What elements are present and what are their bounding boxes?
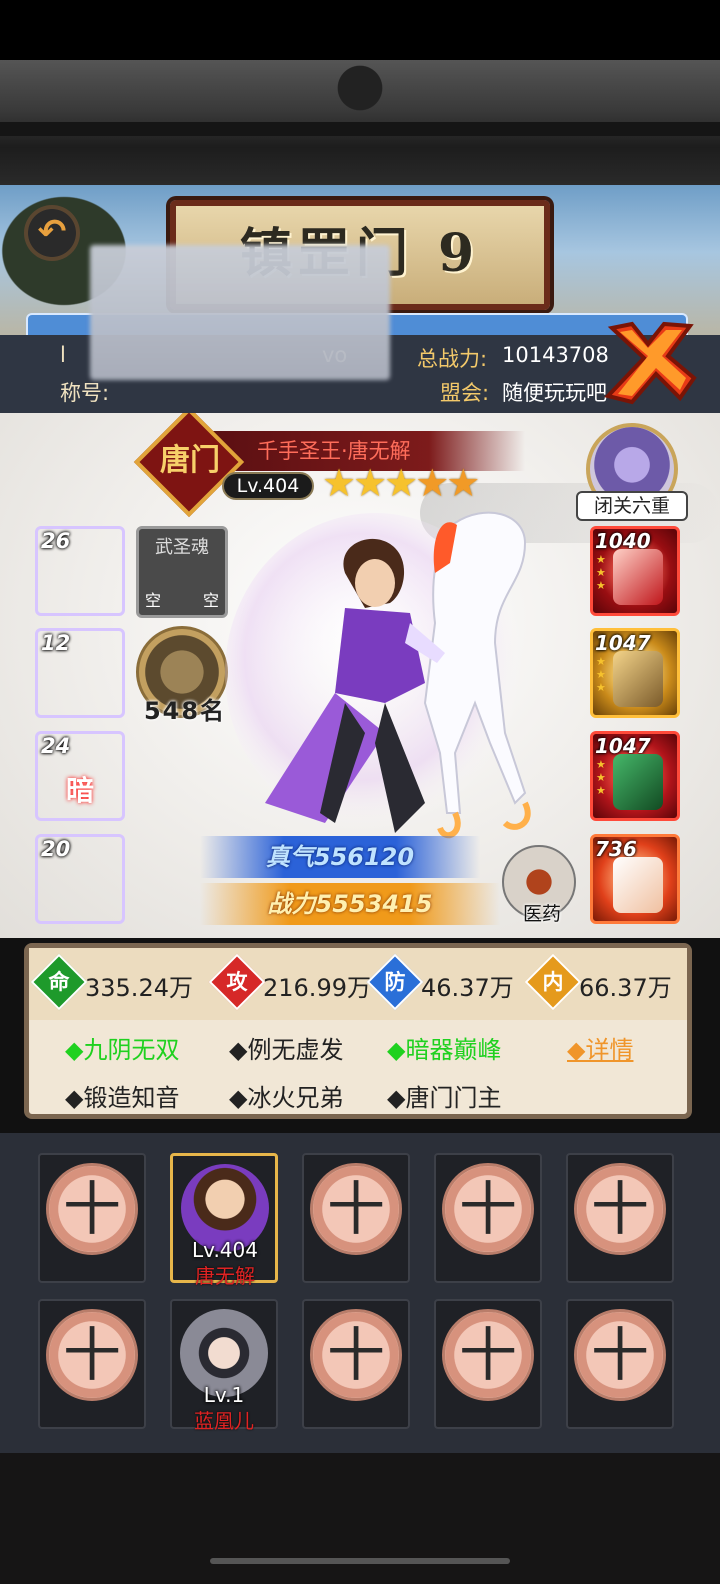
total-power-label: 总战力: — [417, 347, 488, 371]
trait-item: ◆唐门门主 — [387, 1084, 502, 1112]
hero-character-art — [225, 511, 531, 839]
star-icon-full: ★★★ — [322, 461, 418, 505]
stat-value: 216.99万 — [263, 974, 371, 1002]
skill-slot-3[interactable]: 24 暗 — [35, 731, 125, 821]
add-member-icon: 十 — [46, 1309, 138, 1401]
total-power-value: 10143708 — [502, 343, 609, 367]
skill-level: 12 — [41, 631, 71, 655]
skill-glyph: 暗 — [65, 774, 94, 807]
team-slot-empty[interactable]: 十 — [566, 1153, 674, 1283]
member-level: Lv.404 — [192, 1238, 258, 1262]
add-member-icon: 十 — [310, 1309, 402, 1401]
equipment-slot-armor[interactable]: 1047 ★ ★ ★ — [590, 628, 680, 718]
add-member-icon: 十 — [46, 1163, 138, 1255]
roof-beam — [0, 122, 720, 136]
medicine-label[interactable]: 医药 — [512, 899, 572, 926]
skill-level: 20 — [41, 837, 71, 861]
stat-value: 46.37万 — [421, 974, 514, 1002]
team-slot-empty[interactable]: 十 — [302, 1153, 410, 1283]
team-lineup: 十 Lv.404 唐无解 十 十 十 十 Lv.1 蓝凰儿 十 十 十 — [0, 1133, 720, 1453]
member-name: 蓝凰儿 — [194, 1409, 254, 1433]
stat-key: 内 — [542, 970, 564, 994]
member-level: Lv.1 — [203, 1383, 245, 1407]
stat-row: 命 335.24万 攻 216.99万 防 46.37万 内 66.37万 — [29, 948, 687, 1020]
roof-ornament — [300, 60, 420, 130]
details-link[interactable]: ◆详情 — [567, 1030, 633, 1065]
team-slot-empty[interactable]: 十 — [434, 1299, 542, 1429]
hero-power-bar: 战力5553415 — [200, 883, 500, 925]
team-slot-empty[interactable]: 十 — [302, 1299, 410, 1429]
trait-item: ◆例无虚发 — [229, 1036, 344, 1064]
star-icon-partial: ★★ — [415, 461, 480, 505]
martial-soul-slot[interactable]: 武圣魂 空 空 — [136, 526, 228, 618]
stat-key: 攻 — [226, 970, 248, 994]
redacted-player-info — [90, 245, 390, 380]
trait-item: ◆九阴无双 — [65, 1036, 180, 1064]
trait-item: ◆暗器巅峰 — [387, 1036, 502, 1064]
member-name: 唐无解 — [195, 1264, 255, 1288]
team-slot-empty[interactable]: 十 — [38, 1153, 146, 1283]
alliance-value: 随便玩玩吧 — [502, 381, 607, 405]
team-slot-empty[interactable]: 十 — [434, 1153, 542, 1283]
trait-item: ◆冰火兄弟 — [229, 1084, 344, 1112]
add-member-icon: 十 — [574, 1309, 666, 1401]
bottom-area — [0, 1453, 720, 1584]
equipment-slot-book[interactable]: 1047 ★ ★ ★ — [590, 731, 680, 821]
status-bar — [0, 0, 720, 60]
team-slot-member[interactable]: Lv.404 唐无解 — [170, 1153, 278, 1288]
team-slot-empty[interactable]: 十 — [38, 1299, 146, 1429]
rank-text: 548名 — [143, 697, 227, 725]
stat-key: 防 — [384, 970, 406, 994]
close-icon[interactable] — [598, 318, 698, 408]
jade-book-icon — [613, 754, 663, 810]
true-qi-bar: 真气556120 — [200, 836, 480, 878]
equipment-slot-weapon[interactable]: 1040 ★ ★ ★ — [590, 526, 680, 616]
soul-slot-empty-right: 空 — [202, 591, 219, 610]
team-slot-member[interactable]: Lv.1 蓝凰儿 — [170, 1299, 278, 1433]
skill-slot-2[interactable]: 12 — [35, 628, 125, 718]
tiger-armor-icon — [613, 651, 663, 707]
player-title-label: 称号: — [60, 381, 110, 405]
skill-slot-4[interactable]: 20 — [35, 834, 125, 924]
stat-value: 66.37万 — [579, 974, 672, 1002]
retreat-level-label[interactable]: 闭关六重 — [576, 491, 688, 521]
star-icon: ★ ★ ★ — [596, 655, 606, 694]
add-member-icon: 十 — [442, 1163, 534, 1255]
hero-level: Lv.404 — [222, 472, 314, 500]
stat-key: 命 — [48, 970, 70, 994]
back-arrow-icon[interactable]: ↶ — [24, 205, 80, 261]
soul-slot-empty-left: 空 — [145, 591, 162, 610]
trait-item: ◆锻造知音 — [65, 1084, 180, 1112]
hero-panel: 千手圣王·唐无解 唐门 Lv.404 ★★★★★ 闭关六重 26 12 24 暗… — [0, 413, 720, 938]
add-member-icon: 十 — [310, 1163, 402, 1255]
home-indicator[interactable] — [210, 1558, 510, 1564]
temple-background — [0, 60, 720, 185]
weapon-icon — [613, 549, 663, 605]
alliance-label: 盟会: — [440, 381, 490, 405]
team-slot-empty[interactable]: 十 — [566, 1299, 674, 1429]
sect-badge-label: 唐门 — [160, 443, 220, 478]
attribute-board: 命 335.24万 攻 216.99万 防 46.37万 内 66.37万 ◆九… — [24, 943, 692, 1119]
add-member-icon: 十 — [442, 1309, 534, 1401]
add-member-icon: 十 — [574, 1163, 666, 1255]
skill-level: 26 — [41, 529, 71, 553]
hero-stars: ★★★★★ — [322, 461, 480, 505]
soul-slot-title: 武圣魂 — [155, 537, 209, 558]
star-icon: ★ ★ ★ — [596, 758, 606, 797]
stat-value: 335.24万 — [85, 974, 193, 1002]
skill-level: 24 — [41, 734, 71, 758]
player-name: l — [60, 343, 66, 367]
star-icon: ★ ★ ★ — [596, 553, 606, 592]
horse-mount-icon — [613, 857, 663, 913]
equipment-slot-mount[interactable]: 736 — [590, 834, 680, 924]
skill-slot-1[interactable]: 26 — [35, 526, 125, 616]
